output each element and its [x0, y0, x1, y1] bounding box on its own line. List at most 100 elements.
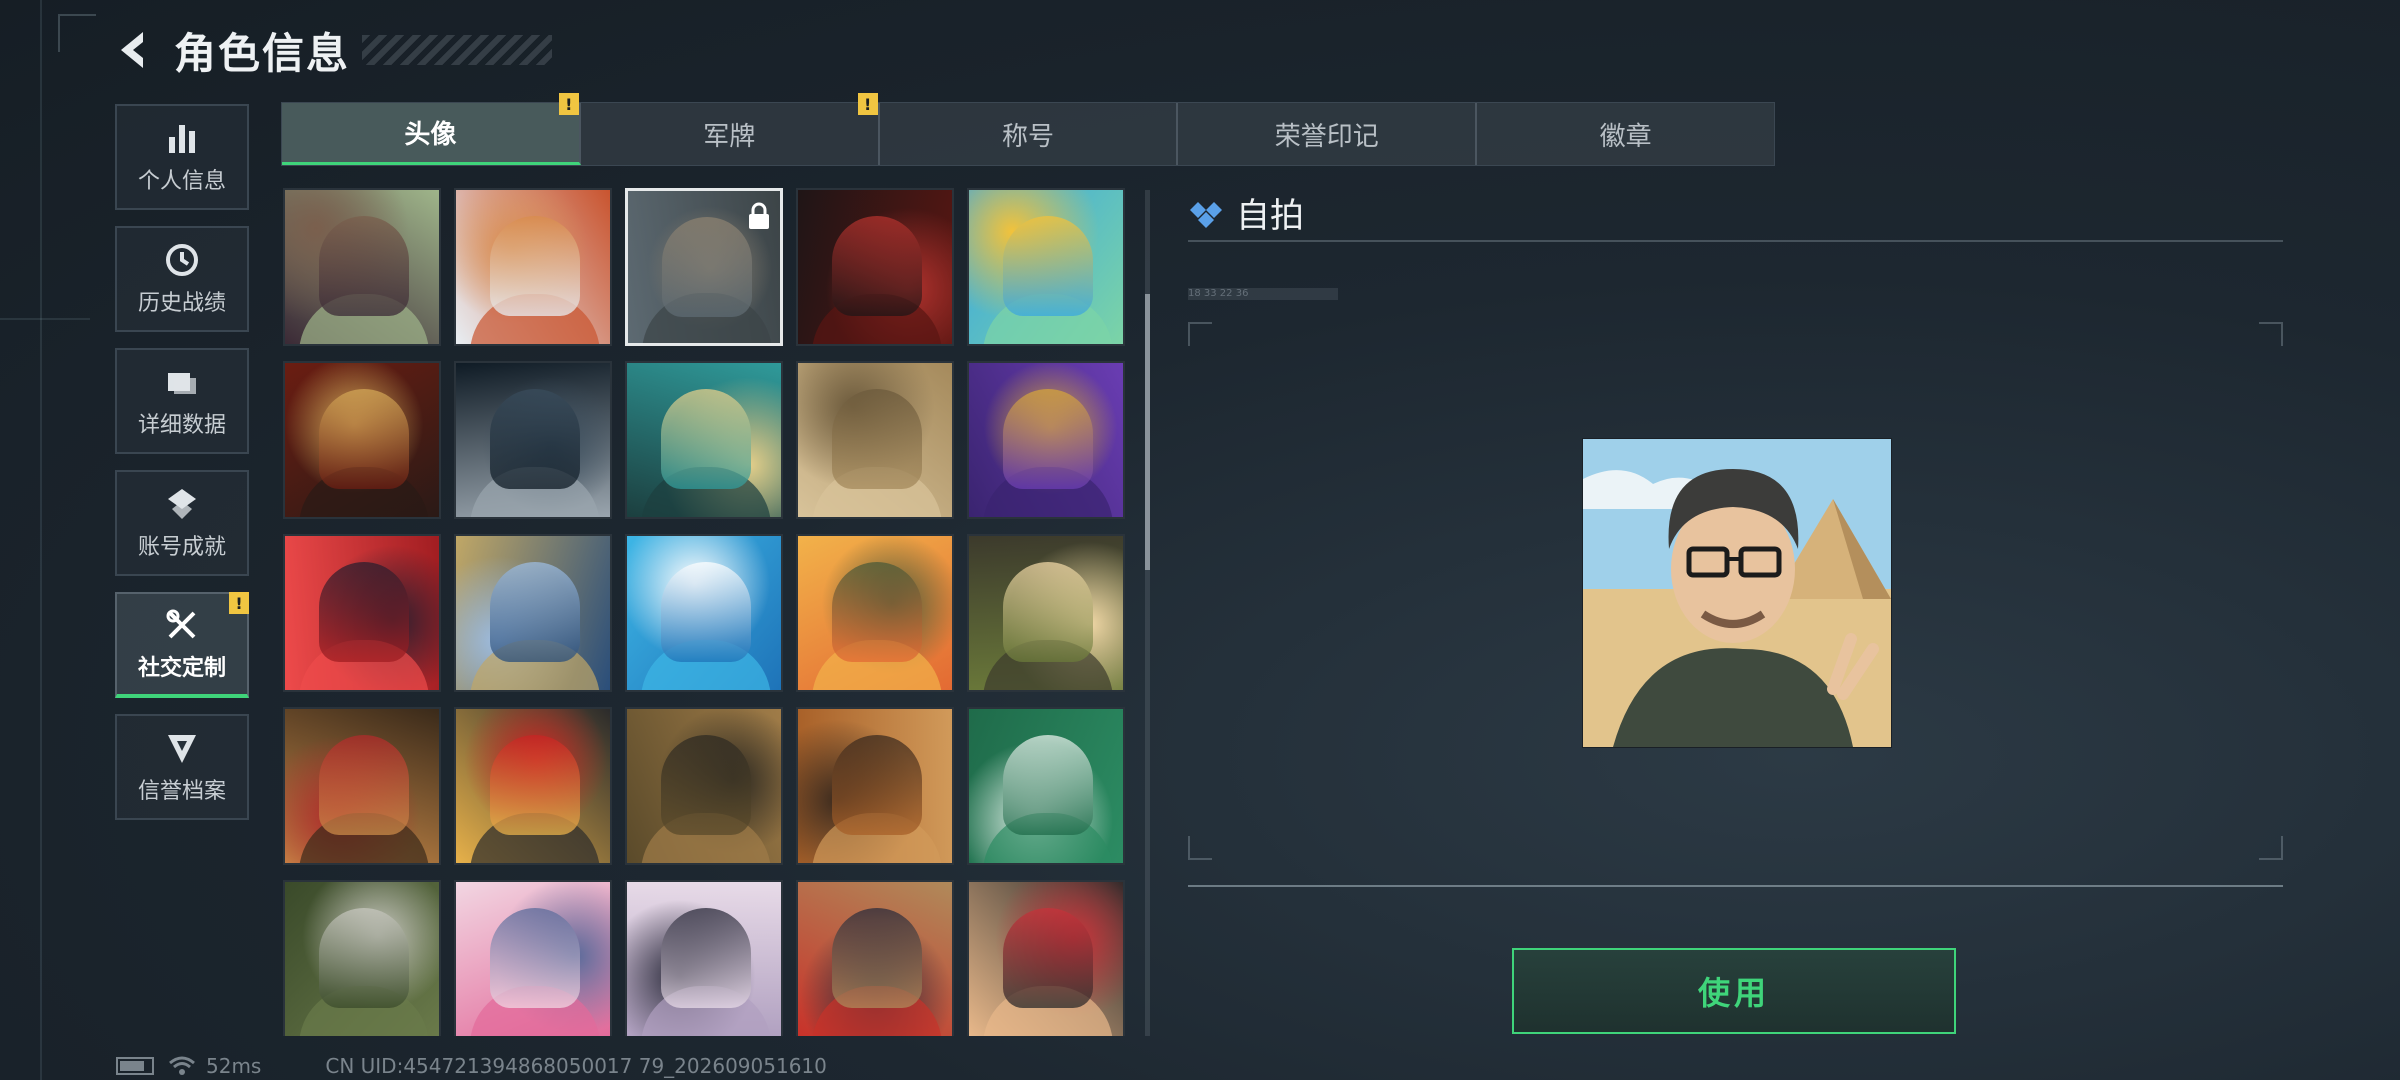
tab-label: 徽章: [1599, 121, 1652, 152]
avatar-tile[interactable]: [796, 707, 954, 865]
clock-icon: [163, 241, 201, 279]
avatar-figure-head: [319, 908, 409, 1008]
battery-level: [120, 1061, 144, 1071]
avatar-tile[interactable]: [625, 361, 783, 519]
tab-4[interactable]: 荣誉印记: [1178, 103, 1478, 165]
avatar-tile[interactable]: [625, 880, 783, 1036]
bg-decor-corner: [58, 14, 96, 52]
wifi-icon: [169, 1056, 195, 1075]
avatar-figure-head: [490, 735, 580, 835]
tools-icon: [163, 606, 201, 644]
avatar-grid-container: [283, 188, 1133, 1036]
bottom-divider: [1188, 885, 2283, 887]
avatar-tile[interactable]: [283, 361, 441, 519]
avatar-tile[interactable]: [454, 361, 612, 519]
alert-badge: !: [857, 93, 878, 115]
frame-corner: [1188, 836, 1212, 860]
avatar-figure-head: [661, 908, 751, 1008]
page-header: 角色信息: [110, 20, 553, 80]
avatar-tile[interactable]: [283, 188, 441, 346]
tab-bar: 头像! 军牌! 称号 荣誉印记 徽章: [281, 93, 1775, 166]
back-button[interactable]: [110, 25, 160, 75]
sidebar-item-2[interactable]: 历史战绩: [115, 226, 249, 332]
avatar-figure-head: [1003, 389, 1093, 489]
avatar-figure-head: [490, 216, 580, 316]
tab-label: 称号: [1001, 121, 1054, 152]
avatar-tile[interactable]: [625, 707, 783, 865]
sidebar-item-label: 详细数据: [137, 413, 226, 438]
avatar-figure-head: [1003, 908, 1093, 1008]
avatar-tile[interactable]: [454, 188, 612, 346]
avatar-tile[interactable]: [625, 188, 783, 346]
tab-3[interactable]: 称号: [880, 103, 1179, 165]
avatar-figure-head: [832, 735, 922, 835]
avatar-figure-head: [1003, 562, 1093, 662]
avatar-tile[interactable]: [454, 707, 612, 865]
avatar-tile[interactable]: [967, 880, 1125, 1036]
frame-corner: [2259, 836, 2283, 860]
sidebar-item-3[interactable]: 详细数据: [115, 348, 249, 454]
ping-value: 52ms: [206, 1054, 262, 1078]
selfie-portrait-image: [1583, 439, 1891, 747]
sidebar-item-5[interactable]: 社交定制!: [115, 592, 249, 698]
alert-badge: !: [229, 592, 249, 614]
avatar-figure-head: [832, 216, 922, 316]
avatar-figure-head: [319, 389, 409, 489]
avatar-tile[interactable]: [796, 534, 954, 692]
lock-icon: [749, 202, 769, 229]
uid-text: CN UID:454721394868050017 79_20260905161…: [325, 1054, 827, 1078]
sidebar-item-4[interactable]: 账号成就: [115, 470, 249, 576]
tab-label: 荣誉印记: [1274, 121, 1379, 152]
battery-icon: [116, 1057, 154, 1075]
sidebar-item-label: 个人信息: [137, 169, 226, 194]
title-decor: [362, 35, 553, 65]
sidebar-item-1[interactable]: 个人信息: [115, 104, 249, 210]
detail-title: 自拍: [1236, 196, 1304, 236]
detail-header: 自拍: [1188, 188, 1304, 237]
tab-label: 头像: [404, 120, 457, 150]
avatar-tile[interactable]: [796, 880, 954, 1036]
use-button-label: 使用: [1697, 974, 1770, 1012]
sidebar-item-label: 社交定制: [137, 656, 226, 681]
diamond-icon: [1190, 201, 1222, 228]
tab-5[interactable]: 徽章: [1477, 103, 1774, 165]
back-arrow-icon: [121, 32, 143, 68]
avatar-figure-head: [1003, 216, 1093, 316]
credit-badge-icon: [163, 729, 201, 767]
page-title: 角色信息: [174, 28, 351, 78]
avatar-figure-head: [490, 389, 580, 489]
avatar-tile[interactable]: [796, 188, 954, 346]
alert-badge: !: [558, 93, 579, 115]
avatar-tile[interactable]: [283, 534, 441, 692]
sidebar-item-label: 信誉档案: [137, 779, 226, 804]
avatar-figure-head: [661, 562, 751, 662]
avatar-tile[interactable]: [967, 361, 1125, 519]
avatar-figure-head: [661, 389, 751, 489]
use-button[interactable]: 使用: [1512, 948, 1956, 1034]
status-bar: 52ms CN UID:454721394868050017 79_202609…: [116, 1054, 827, 1078]
avatar-tile[interactable]: [967, 188, 1125, 346]
avatar-tile[interactable]: [625, 534, 783, 692]
avatar-tile[interactable]: [283, 707, 441, 865]
avatar-tile[interactable]: [454, 534, 612, 692]
avatar-tile[interactable]: [967, 534, 1125, 692]
avatar-tile[interactable]: [283, 880, 441, 1036]
avatar-figure-head: [319, 562, 409, 662]
avatar-scrollbar[interactable]: [1145, 190, 1150, 1036]
folder-icon: [163, 363, 201, 401]
sidebar-item-6[interactable]: 信誉档案: [115, 714, 249, 820]
avatar-figure-head: [490, 562, 580, 662]
avatar-figure-head: [832, 389, 922, 489]
avatar-tile[interactable]: [796, 361, 954, 519]
avatar-tile[interactable]: [967, 707, 1125, 865]
tab-label: 军牌: [703, 121, 756, 152]
bar-chart-icon: [163, 119, 201, 157]
scrollbar-thumb[interactable]: [1145, 294, 1150, 570]
avatar-figure-head: [490, 908, 580, 1008]
tab-1[interactable]: 头像!: [282, 93, 581, 165]
sidebar: 个人信息历史战绩详细数据账号成就社交定制! 信誉档案: [115, 104, 253, 836]
avatar-tile[interactable]: [454, 880, 612, 1036]
avatar-grid: [283, 188, 1133, 1036]
selected-avatar-preview: [1582, 438, 1892, 748]
tab-2[interactable]: 军牌!: [581, 93, 880, 165]
